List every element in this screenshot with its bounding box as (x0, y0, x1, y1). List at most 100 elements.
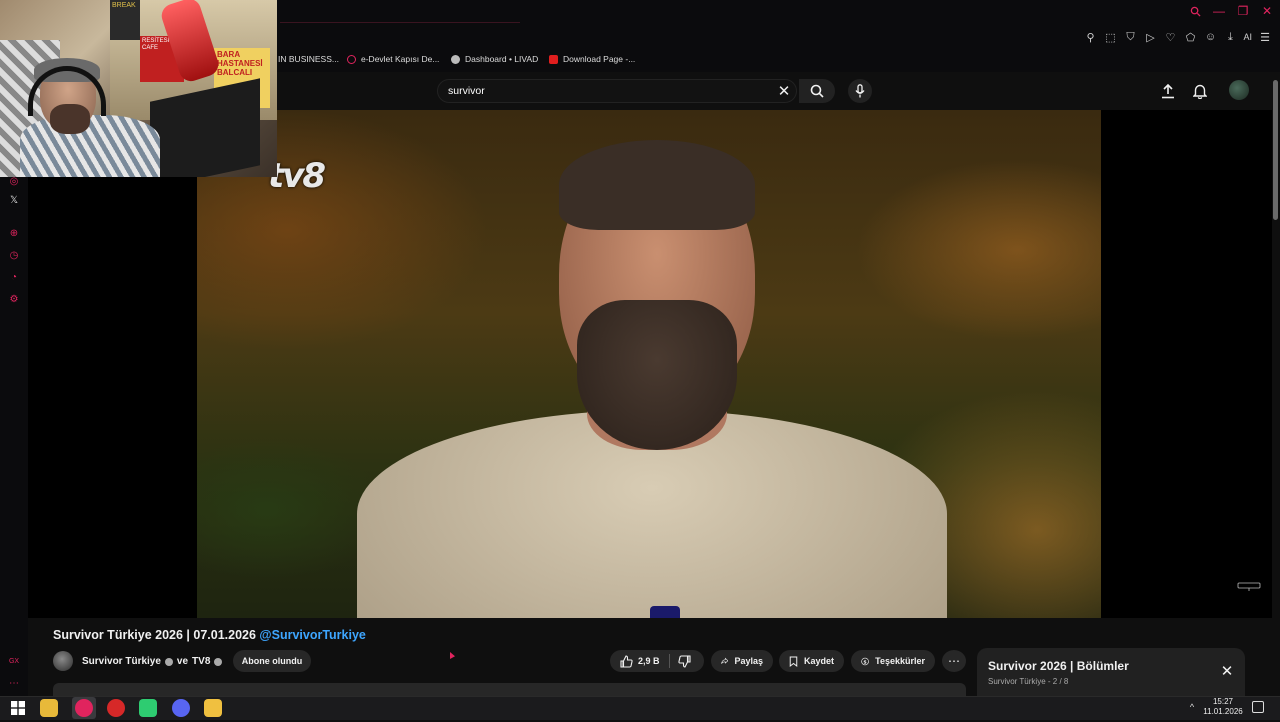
windows-taskbar (0, 696, 1280, 720)
search-button[interactable] (799, 79, 835, 103)
like-dislike-group: 2,9 B (610, 650, 704, 672)
download-page-icon (549, 54, 558, 64)
playlist-subtitle: Survivor Türkiye - 2 / 8 (988, 677, 1069, 686)
settings-icon[interactable]: ⚙ (8, 293, 20, 305)
like-button[interactable]: 2,9 B (620, 654, 660, 668)
notification-center-icon[interactable] (1252, 701, 1264, 713)
playlist-position: 2 / 8 (1052, 677, 1069, 686)
description-box[interactable] (53, 683, 966, 696)
create-button[interactable] (1160, 82, 1176, 100)
like-divider (669, 654, 670, 668)
file-explorer-icon[interactable] (40, 699, 58, 717)
channel-watermark-icon[interactable] (1237, 580, 1261, 592)
ai-icon[interactable]: AI (1243, 30, 1252, 44)
bookmark-label: K IN BUSINESS... (270, 54, 339, 64)
verified-icon (164, 657, 173, 666)
windows-start-icon[interactable] (9, 699, 27, 717)
subscribe-button[interactable]: Abone olundu (233, 650, 311, 672)
notifications-button[interactable] (1192, 82, 1208, 100)
bookmark-label: Download Page -... (563, 54, 636, 64)
thumbs-up-icon (620, 654, 633, 668)
pin-icon[interactable]: ⚲ (1083, 30, 1097, 44)
more-actions-button[interactable]: ⋯ (942, 650, 966, 672)
window-controls: — ❐ ✕ (1188, 4, 1274, 18)
collab-channel-name[interactable]: TV8 (192, 656, 210, 667)
playlist-title[interactable]: Survivor 2026 | Bölümler (988, 659, 1129, 673)
channel-name-text[interactable]: Survivor Türkiye (82, 656, 161, 667)
playlist-channel: Survivor Türkiye (988, 677, 1046, 686)
upload-icon (1162, 83, 1174, 99)
channel-mention-link[interactable]: @SurvivorTurkiye (259, 628, 365, 642)
person-hair (559, 140, 755, 230)
webcam-person-body (20, 115, 160, 177)
history-icon[interactable]: ◷ (8, 249, 20, 261)
share-button[interactable]: Paylaş (711, 650, 773, 672)
search-input[interactable] (437, 79, 797, 103)
share-icon (721, 657, 729, 664)
download-icon[interactable]: ⤓ (1223, 30, 1237, 44)
scrollbar-thumb[interactable] (1273, 80, 1278, 220)
system-clock[interactable]: 15:27 11.01.2026 (1200, 697, 1246, 717)
search-icon (810, 84, 824, 98)
bookmark-label: e-Devlet Kapısı De... (361, 54, 440, 64)
webcam-poster: BREAK (110, 0, 140, 40)
webcam-overlay: BREAK RESİTESİ CAFE BARA HASTANESİ BALCA… (0, 0, 277, 177)
chat-icon[interactable]: ◔ (8, 271, 20, 283)
opera-icon[interactable] (107, 699, 125, 717)
heart-icon[interactable]: ♡ (1163, 30, 1177, 44)
play-icon[interactable]: ▷ (1143, 30, 1157, 44)
puzzle-icon[interactable]: ⬠ (1183, 30, 1197, 44)
voice-search-button[interactable] (848, 79, 872, 103)
restore-icon[interactable]: ❐ (1236, 4, 1250, 18)
search-input-value: survivor (448, 85, 485, 97)
thanks-button[interactable]: $ Teşekkürler (851, 650, 935, 672)
bookmark-item[interactable]: K IN BUSINESS... (270, 54, 339, 64)
gx-icon[interactable]: GX (8, 655, 20, 667)
screenshot-icon[interactable]: ⬚ (1103, 30, 1117, 44)
thanks-label: Teşekkürler (875, 656, 925, 666)
share-label: Paylaş (734, 656, 763, 666)
close-playlist-icon[interactable]: ✕ (1219, 663, 1235, 680)
edevlet-icon (347, 54, 356, 64)
video-title: Survivor Türkiye 2026 | 07.01.2026 @Surv… (53, 628, 366, 642)
bookmark-icon (789, 656, 798, 667)
extension-icons: ⚲ ⬚ ⛉ ▷ ♡ ⬠ ☺ ⤓ AI ☰ (1083, 30, 1272, 44)
clear-search-icon[interactable]: ✕ (776, 82, 792, 100)
opera-gx-icon[interactable] (75, 699, 93, 717)
save-button[interactable]: Kaydet (779, 650, 844, 672)
bookmark-item[interactable]: e-Devlet Kapısı De... (347, 54, 439, 64)
like-count: 2,9 B (638, 656, 660, 666)
menu-icon[interactable]: ☰ (1258, 30, 1272, 44)
channel-name[interactable]: Survivor Türkiye ve TV8 (82, 656, 223, 667)
more-rail-icon[interactable]: ⋯ (8, 677, 20, 689)
shield-icon[interactable]: ⛉ (1123, 30, 1137, 44)
video-frame[interactable] (197, 110, 1101, 618)
channel-avatar[interactable] (53, 651, 73, 671)
bell-icon (1193, 84, 1207, 99)
account-avatar[interactable] (1229, 80, 1249, 100)
notes-app-icon[interactable] (204, 699, 222, 717)
show-hidden-icons-icon[interactable]: ^ (1186, 701, 1198, 713)
minimize-icon[interactable]: — (1212, 4, 1226, 18)
search-tabs-icon[interactable] (1188, 4, 1202, 18)
verified-icon (214, 657, 223, 666)
profile-icon[interactable]: ☺ (1203, 30, 1217, 44)
microphone-icon (855, 84, 865, 98)
close-window-icon[interactable]: ✕ (1260, 4, 1274, 18)
bookmark-label: Dashboard • LIVAD (465, 54, 539, 64)
x-icon[interactable]: 𝕏 (8, 194, 20, 206)
super-thanks-icon: $ (861, 657, 869, 665)
save-label: Kaydet (803, 656, 834, 666)
lapel-microphone (650, 606, 680, 618)
person-beard (577, 300, 737, 450)
discord-icon[interactable] (172, 699, 190, 717)
dislike-button[interactable] (677, 654, 691, 668)
bookmark-item[interactable]: Dashboard • LIVAD (451, 54, 538, 64)
android-studio-icon[interactable] (139, 699, 157, 717)
add-icon[interactable]: ⊕ (8, 227, 20, 239)
active-tab-indicator (280, 22, 520, 23)
dashboard-icon (451, 54, 460, 64)
video-title-text: Survivor Türkiye 2026 | 07.01.2026 (53, 628, 260, 642)
bookmark-item[interactable]: Download Page -... (549, 54, 635, 64)
clock-date: 11.01.2026 (1203, 707, 1243, 716)
